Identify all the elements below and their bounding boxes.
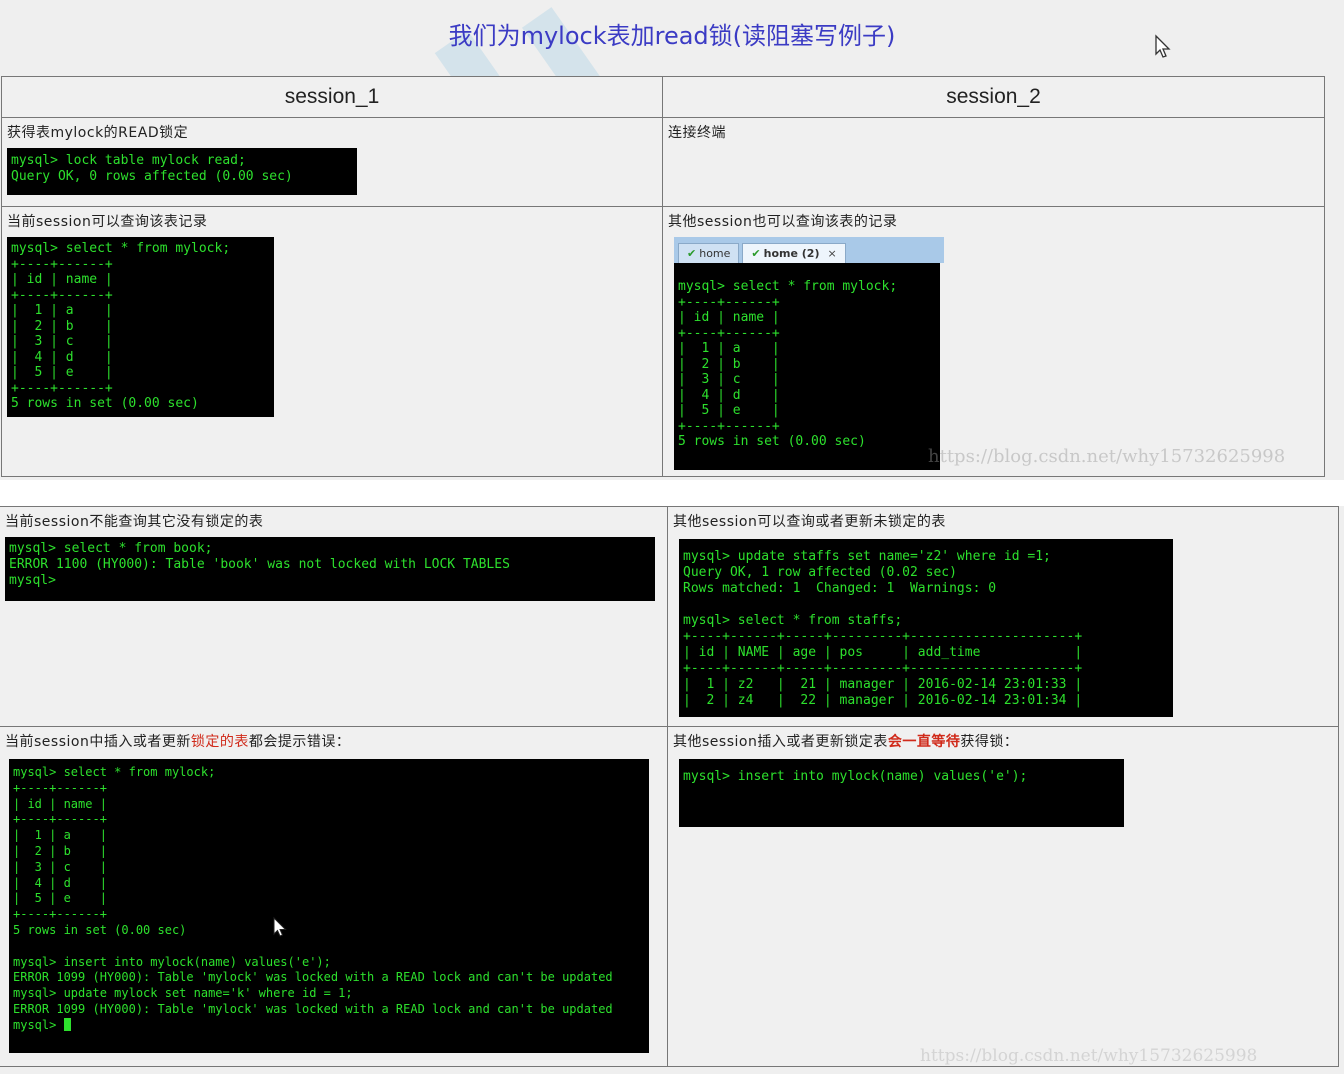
terminal: mysql> lock table mylock read; Query OK,… xyxy=(7,148,357,195)
header-session-1: session_1 xyxy=(1,76,663,118)
terminal: mysql> update staffs set name='z2' where… xyxy=(679,539,1173,717)
terminal: mysql> insert into mylock(name) values('… xyxy=(679,759,1124,827)
table-row: 获得表mylock的READ锁定 mysql> lock table myloc… xyxy=(1,117,1325,207)
tab-label: home (2) xyxy=(763,247,820,260)
mouse-pointer-icon xyxy=(273,916,287,937)
terminal: mysql> select * from mylock; +----+-----… xyxy=(7,237,274,417)
table-row: 当前session中插入或者更新锁定的表都会提示错误： mysql> selec… xyxy=(0,726,1339,1067)
caption-highlight: 锁定的表 xyxy=(190,734,249,750)
terminal: mysql> select * from mylock; +----+-----… xyxy=(9,759,649,1053)
caption: 获得表mylock的READ锁定 xyxy=(7,125,189,141)
header-row: session_1 session_2 xyxy=(1,76,1325,118)
page-title: 我们为mylock表加read锁(读阻塞写例子) xyxy=(448,22,896,50)
tab-label: home xyxy=(699,247,731,260)
comparison-table-top: session_1 session_2 获得表mylock的READ锁定 mys… xyxy=(1,76,1325,477)
tab-home-2[interactable]: ✔ home (2) × xyxy=(742,243,846,263)
caption: 当前session中插入或者更新锁定的表都会提示错误： xyxy=(5,731,667,751)
close-icon[interactable]: × xyxy=(827,247,836,260)
caption: 连接终端 xyxy=(668,125,726,141)
terminal-tab-bar: ✔ home ✔ home (2) × xyxy=(674,237,944,263)
terminal-output: mysql> select * from mylock; +----+-----… xyxy=(13,765,613,1032)
cell-s1-other-table: 当前session不能查询其它没有锁定的表 mysql> select * fr… xyxy=(0,506,668,727)
table-row: 当前session不能查询其它没有锁定的表 mysql> select * fr… xyxy=(0,506,1339,727)
cell-s1-update-locked: 当前session中插入或者更新锁定的表都会提示错误： mysql> selec… xyxy=(0,726,668,1067)
tab-home[interactable]: ✔ home xyxy=(678,243,740,263)
cell-s1-lock: 获得表mylock的READ锁定 mysql> lock table myloc… xyxy=(1,117,663,207)
caption-text: 当前session中插入或者更新 xyxy=(5,734,191,750)
cell-s2-insert-wait: 其他session插入或者更新锁定表会一直等待获得锁： mysql> inser… xyxy=(667,726,1339,1067)
mouse-pointer-icon xyxy=(1155,34,1171,58)
cell-s2-connect: 连接终端 xyxy=(662,117,1325,207)
check-icon: ✔ xyxy=(751,247,761,260)
terminal: mysql> select * from mylock; +----+-----… xyxy=(674,263,940,470)
caption-highlight: 会一直等待 xyxy=(887,734,961,750)
watermark-url: https://blog.csdn.net/why15732625998 xyxy=(920,1046,1258,1066)
caption-text: 都会提示错误： xyxy=(248,734,351,750)
cell-s2-unlocked-table: 其他session可以查询或者更新未锁定的表 mysql> update sta… xyxy=(667,506,1339,727)
caption-text: 其他session插入或者更新锁定表 xyxy=(673,734,888,750)
cell-s2-select: 其他session也可以查询该表的记录 ✔ home ✔ home (2) × mys… xyxy=(662,206,1325,477)
page-gap xyxy=(0,480,1344,506)
terminal-window: ✔ home ✔ home (2) × mysql> select * from my… xyxy=(674,237,944,470)
header-session-2: session_2 xyxy=(662,76,1325,118)
caption: 其他session可以查询或者更新未锁定的表 xyxy=(673,514,946,530)
caption-text: 获得锁： xyxy=(960,734,1019,750)
cell-s1-select: 当前session可以查询该表记录 mysql> select * from m… xyxy=(1,206,663,477)
check-icon: ✔ xyxy=(687,247,697,260)
terminal: mysql> select * from book; ERROR 1100 (H… xyxy=(5,537,655,601)
caption: 当前session可以查询该表记录 xyxy=(7,214,208,230)
caption: 当前session不能查询其它没有锁定的表 xyxy=(5,514,264,530)
caption: 其他session插入或者更新锁定表会一直等待获得锁： xyxy=(673,731,1338,751)
caption: 其他session也可以查询该表的记录 xyxy=(668,214,898,230)
comparison-table-bottom: 当前session不能查询其它没有锁定的表 mysql> select * fr… xyxy=(0,506,1339,1067)
watermark-url: https://blog.csdn.net/why15732625998 xyxy=(928,446,1286,467)
text-cursor xyxy=(63,1017,71,1031)
table-row: 当前session可以查询该表记录 mysql> select * from m… xyxy=(1,206,1325,477)
